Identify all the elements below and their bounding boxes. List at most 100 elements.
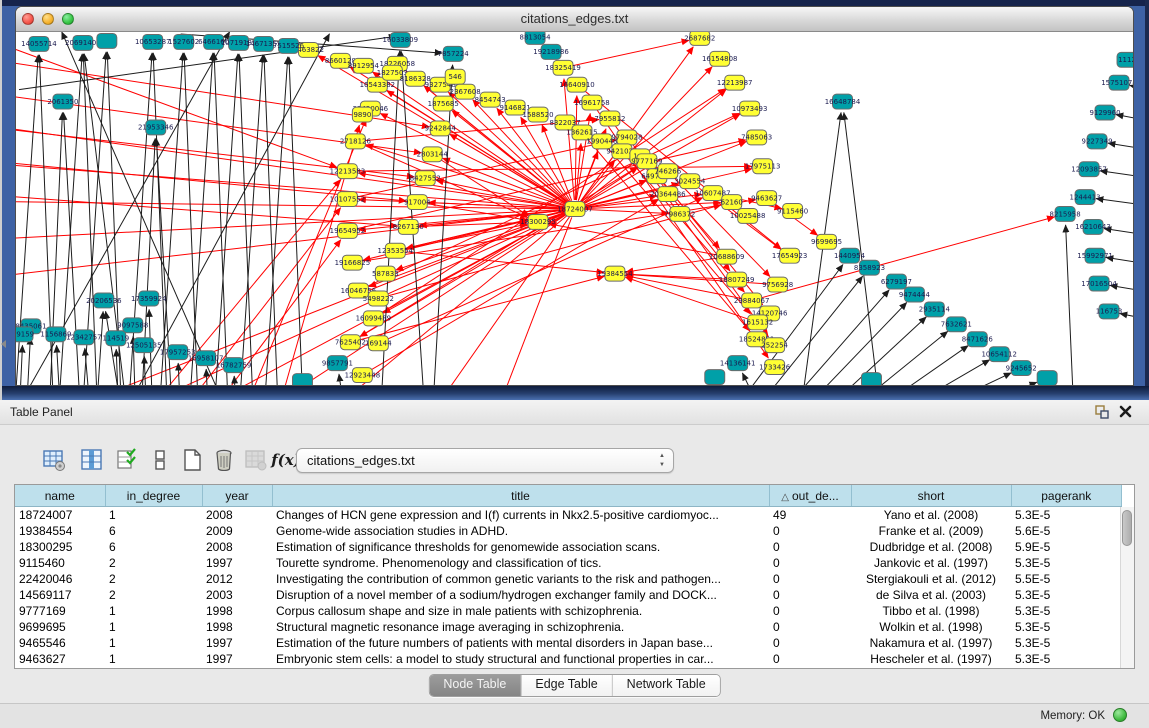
- table-cell[interactable]: Yano et al. (2008): [851, 507, 1011, 524]
- network-node[interactable]: 546: [445, 69, 465, 84]
- network-node[interactable]: 7485063: [741, 130, 772, 145]
- table-cell[interactable]: 9115460: [15, 555, 105, 571]
- network-node[interactable]: 18325419: [545, 60, 581, 75]
- import-table-icon[interactable]: [242, 446, 270, 474]
- network-node[interactable]: 10025488: [730, 209, 766, 224]
- network-node[interactable]: 1112: [1117, 52, 1133, 67]
- network-node[interactable]: 7632621: [941, 317, 972, 332]
- network-node[interactable]: 1244413: [1070, 190, 1101, 205]
- table-cell[interactable]: Estimation of the future numbers of pati…: [272, 635, 769, 651]
- network-node[interactable]: 2935114: [919, 302, 951, 317]
- column-header-name[interactable]: name: [15, 485, 105, 507]
- network-node[interactable]: 14136141: [720, 356, 756, 371]
- table-cell[interactable]: Investigating the contribution of common…: [272, 571, 769, 587]
- network-node[interactable]: 8427552: [410, 171, 441, 186]
- network-node[interactable]: 15751074: [1101, 75, 1133, 90]
- table-cell[interactable]: 2003: [202, 587, 272, 603]
- network-node[interactable]: 14055714: [21, 36, 57, 51]
- network-node[interactable]: 17975113: [745, 159, 781, 174]
- network-node[interactable]: 7857224: [438, 46, 470, 61]
- network-node[interactable]: 9463627: [751, 191, 782, 206]
- column-header-short[interactable]: short: [851, 485, 1011, 507]
- network-node[interactable]: 16961758: [574, 95, 610, 110]
- table-cell[interactable]: 2008: [202, 507, 272, 524]
- splitter-collapse-arrow[interactable]: [1, 340, 6, 348]
- network-node[interactable]: 9756928: [762, 277, 793, 292]
- network-node[interactable]: [1037, 371, 1057, 385]
- table-cell[interactable]: 2008: [202, 539, 272, 555]
- network-node[interactable]: 10654112: [981, 347, 1017, 362]
- table-cell[interactable]: 9699695: [15, 619, 105, 635]
- network-node[interactable]: 9857791: [322, 356, 353, 371]
- column-chooser-icon[interactable]: [78, 446, 106, 474]
- table-cell[interactable]: Genome-wide association studies in ADHD.: [272, 523, 769, 539]
- table-cell[interactable]: Stergiakouli et al. (2012): [851, 571, 1011, 587]
- network-node[interactable]: 12505135: [126, 338, 162, 353]
- table-cell[interactable]: 5.9E-5: [1011, 539, 1122, 555]
- table-cell[interactable]: Wolkin et al. (1998): [851, 619, 1011, 635]
- table-cell[interactable]: 1997: [202, 555, 272, 571]
- table-cell[interactable]: Nakamura et al. (1997): [851, 635, 1011, 651]
- table-cell[interactable]: 1997: [202, 651, 272, 667]
- table-cell[interactable]: 14569117: [15, 587, 105, 603]
- network-node[interactable]: 39159: [16, 327, 34, 342]
- network-node[interactable]: 12213583: [330, 164, 366, 179]
- table-cell[interactable]: Estimation of significance thresholds fo…: [272, 539, 769, 555]
- table-cell[interactable]: Jankovic et al. (1997): [851, 555, 1011, 571]
- row-check-icon[interactable]: [113, 446, 141, 474]
- table-cell[interactable]: 1997: [202, 635, 272, 651]
- table-cell[interactable]: 18724007: [15, 507, 105, 524]
- network-node[interactable]: 19384554: [597, 266, 633, 281]
- table-cell[interactable]: 0: [769, 635, 851, 651]
- table-cell[interactable]: Changes of HCN gene expression and I(f) …: [272, 507, 769, 524]
- memory-status-icon[interactable]: [1113, 708, 1127, 722]
- network-node[interactable]: [861, 373, 881, 385]
- table-cell[interactable]: Corpus callosum shape and size in male p…: [272, 603, 769, 619]
- network-node[interactable]: 16033809: [383, 32, 419, 47]
- network-node[interactable]: 116753: [1096, 304, 1123, 319]
- network-node[interactable]: 8813054: [520, 32, 552, 44]
- network-canvas[interactable]: 1872400718300295193845547463822866012889…: [16, 32, 1133, 385]
- table-cell[interactable]: 5.3E-5: [1011, 555, 1122, 571]
- table-cell[interactable]: 1998: [202, 603, 272, 619]
- network-node[interactable]: 12353554: [378, 243, 414, 258]
- network-node[interactable]: 9242844: [425, 121, 457, 136]
- table-cell[interactable]: Embryonic stem cells: a model to study s…: [272, 651, 769, 667]
- network-node[interactable]: 8267130: [393, 219, 424, 234]
- tab-node-table[interactable]: Node Table: [429, 675, 521, 696]
- network-node[interactable]: 8215958: [1050, 207, 1081, 222]
- table-cell[interactable]: 2: [105, 571, 202, 587]
- column-header-year[interactable]: year: [202, 485, 272, 507]
- table-cell[interactable]: 0: [769, 571, 851, 587]
- table-cell[interactable]: 0: [769, 539, 851, 555]
- network-node[interactable]: 20691406: [65, 35, 101, 50]
- close-panel-icon[interactable]: [1118, 404, 1133, 419]
- network-node[interactable]: 3024554: [674, 174, 706, 189]
- table-cell[interactable]: 0: [769, 651, 851, 667]
- table-cell[interactable]: Structural magnetic resonance image aver…: [272, 619, 769, 635]
- table-cell[interactable]: 1: [105, 603, 202, 619]
- table-cell[interactable]: 22420046: [15, 571, 105, 587]
- table-cell[interactable]: Hescheler et al. (1997): [851, 651, 1011, 667]
- network-node[interactable]: [705, 370, 725, 385]
- network-node[interactable]: 587833: [372, 266, 399, 281]
- network-node[interactable]: 12093857: [1071, 162, 1107, 177]
- tab-network-table[interactable]: Network Table: [613, 675, 720, 696]
- table-cell[interactable]: 6: [105, 523, 202, 539]
- network-node[interactable]: 17654923: [772, 248, 808, 263]
- table-cell[interactable]: 1: [105, 507, 202, 524]
- table-cell[interactable]: 5.3E-5: [1011, 603, 1122, 619]
- table-cell[interactable]: 9777169: [15, 603, 105, 619]
- network-node[interactable]: 9890: [352, 107, 372, 122]
- table-cell[interactable]: 1998: [202, 619, 272, 635]
- network-node[interactable]: 21953346: [138, 120, 174, 135]
- network-node[interactable]: 1875685: [428, 96, 459, 111]
- network-node[interactable]: 19166825: [335, 255, 371, 270]
- network-node[interactable]: 2687682: [684, 32, 715, 45]
- network-node[interactable]: 12213987: [717, 75, 753, 90]
- table-cell[interactable]: Dudbridge et al. (2008): [851, 539, 1011, 555]
- table-cell[interactable]: 0: [769, 603, 851, 619]
- table-cell[interactable]: 1: [105, 635, 202, 651]
- table-settings-icon[interactable]: [40, 446, 68, 474]
- table-cell[interactable]: 5.3E-5: [1011, 507, 1122, 524]
